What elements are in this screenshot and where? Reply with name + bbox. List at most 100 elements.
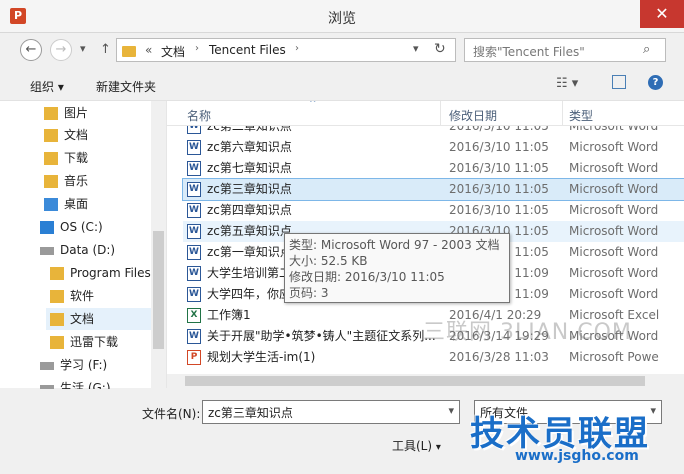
- preview-pane-icon[interactable]: [612, 75, 626, 89]
- file-list-hscrollbar[interactable]: [167, 374, 684, 388]
- file-name: zc第三章知识点: [207, 182, 292, 196]
- word-file-icon: W: [187, 287, 201, 302]
- file-date: 2016/3/28 11:03: [449, 350, 549, 364]
- sidebar-item-downloads[interactable]: 下载: [44, 147, 88, 169]
- sidebar-item-documents[interactable]: 文档: [44, 124, 88, 146]
- forward-button[interactable]: →: [50, 39, 72, 61]
- filename-value[interactable]: zc第三章知识点: [208, 406, 293, 420]
- search-box[interactable]: 搜索"Tencent Files" ⌕: [464, 38, 666, 62]
- sidebar-item-program-files[interactable]: Program Files: [50, 262, 151, 284]
- word-file-icon: W: [187, 140, 201, 155]
- filename-input[interactable]: zc第三章知识点 ▾: [202, 400, 460, 424]
- navigation-scrollbar[interactable]: [151, 101, 166, 388]
- file-type: Microsoft Word: [569, 203, 659, 217]
- new-folder-button[interactable]: 新建文件夹: [96, 78, 156, 95]
- file-row[interactable]: Wzc第六章知识点 2016/3/10 11:05 Microsoft Word: [183, 137, 684, 158]
- file-name: zc第七章知识点: [207, 161, 292, 175]
- file-row[interactable]: Wzc第三章知识点 2016/3/10 11:05 Microsoft Word: [182, 178, 684, 201]
- sidebar-item-desktop[interactable]: 桌面: [44, 193, 88, 215]
- windows-drive-icon: [40, 221, 54, 234]
- recent-chevron-icon[interactable]: ▾: [80, 42, 86, 55]
- folder-icon: [50, 267, 64, 280]
- word-file-icon: W: [187, 266, 201, 281]
- sidebar-item-drive-c[interactable]: OS (C:): [40, 216, 103, 238]
- search-icon[interactable]: ⌕: [643, 42, 650, 57]
- file-name: zc第一章知识点: [207, 245, 292, 259]
- column-separator: [440, 101, 441, 125]
- sidebar-item-software[interactable]: 软件: [50, 285, 94, 307]
- file-date: 2016/3/10 11:05: [449, 203, 549, 217]
- folder-icon: [122, 44, 136, 58]
- file-name: 规划大学生活-im(1): [207, 350, 316, 364]
- crumb-documents[interactable]: 文档: [161, 43, 185, 60]
- sidebar-item-documents-d[interactable]: 文档: [46, 308, 154, 330]
- address-bar[interactable]: « 文档 › Tencent Files › ▾ ↻: [116, 38, 456, 62]
- address-dropdown-icon[interactable]: ▾: [413, 42, 419, 55]
- file-type: Microsoft Word: [569, 182, 659, 196]
- file-row[interactable]: Wzc第七章知识点 2016/3/10 11:05 Microsoft Word: [183, 158, 684, 179]
- command-toolbar: 组织 ▾ 新建文件夹 ☷ ▾ ?: [0, 70, 684, 101]
- sidebar-item-music[interactable]: 音乐: [44, 170, 88, 192]
- tooltip-modified: 修改日期: 2016/3/10 11:05: [289, 270, 445, 284]
- back-button[interactable]: ←: [20, 39, 42, 61]
- sidebar-item-drive-f[interactable]: 学习 (F:): [40, 354, 107, 376]
- help-icon[interactable]: ?: [648, 75, 663, 90]
- up-arrow-icon[interactable]: ↑: [100, 42, 111, 57]
- column-separator: [562, 101, 563, 125]
- tools-button[interactable]: 工具(L) ▾: [392, 437, 441, 454]
- tooltip-size: 大小: 52.5 KB: [289, 254, 368, 268]
- tooltip-type: 类型: Microsoft Word 97 - 2003 文档: [289, 238, 500, 252]
- refresh-icon[interactable]: ↻: [434, 41, 446, 57]
- file-info-tooltip: 类型: Microsoft Word 97 - 2003 文档 大小: 52.5…: [284, 233, 510, 303]
- file-date: 2016/3/10 11:05: [449, 182, 549, 196]
- navigation-bar: ← → ▾ ↑ « 文档 › Tencent Files › ▾ ↻ 搜索"Te…: [0, 33, 684, 69]
- title-bar: P 浏览 ✕: [0, 0, 684, 33]
- word-file-icon: W: [187, 245, 201, 260]
- tools-chevron-icon: ▾: [435, 442, 441, 453]
- search-input[interactable]: 搜索"Tencent Files": [473, 43, 585, 60]
- powerpoint-file-icon: P: [187, 350, 201, 365]
- word-file-icon: W: [187, 161, 201, 176]
- downloads-folder-icon: [44, 152, 58, 165]
- file-type: Microsoft Word: [569, 161, 659, 175]
- file-type: Microsoft Word: [569, 245, 659, 259]
- column-type[interactable]: 类型: [569, 107, 593, 124]
- dialog-title: 浏览: [328, 11, 356, 27]
- file-open-dialog: P 浏览 ✕ ← → ▾ ↑ « 文档 › Tencent Files › ▾ …: [0, 0, 684, 474]
- word-file-icon: W: [187, 182, 201, 197]
- excel-file-icon: X: [187, 308, 201, 323]
- hscrollbar-thumb[interactable]: [185, 376, 645, 386]
- tooltip-pages: 页码: 3: [289, 286, 329, 300]
- watermark-3lian: 三联网 3LIAN.COM: [423, 320, 632, 345]
- column-date[interactable]: 修改日期: [449, 107, 497, 124]
- close-button[interactable]: ✕: [640, 0, 684, 28]
- file-type: Microsoft Word: [569, 224, 659, 238]
- file-row[interactable]: Wzc第四章知识点 2016/3/10 11:05 Microsoft Word: [183, 200, 684, 221]
- music-folder-icon: [44, 175, 58, 188]
- filename-label: 文件名(N):: [142, 407, 201, 421]
- sidebar-item-drive-d[interactable]: Data (D:): [40, 239, 115, 261]
- sort-ascending-icon: ^: [309, 101, 317, 109]
- file-type: Microsoft Word: [569, 140, 659, 154]
- filetype-dropdown-icon[interactable]: ▾: [650, 404, 656, 417]
- file-name: 关于开展"助学•筑梦•铸人"主题征文系列...: [207, 329, 436, 343]
- view-options-icon[interactable]: ☷ ▾: [556, 76, 578, 91]
- file-name: zc第四章知识点: [207, 203, 292, 217]
- drive-icon: [40, 361, 54, 370]
- organize-button[interactable]: 组织 ▾: [30, 78, 64, 95]
- sidebar-item-pictures[interactable]: 图片: [44, 102, 88, 124]
- address-overflow[interactable]: «: [145, 43, 152, 57]
- crumb-chevron-icon[interactable]: ›: [195, 43, 199, 54]
- crumb-chevron-icon[interactable]: ›: [295, 43, 299, 54]
- tools-label: 工具(L): [392, 439, 433, 453]
- filename-dropdown-icon[interactable]: ▾: [448, 404, 454, 417]
- file-row[interactable]: P 规划大学生活-im(1) 2016/3/28 11:03 Microsoft Po…: [183, 347, 684, 368]
- column-name[interactable]: 名称: [187, 107, 211, 124]
- file-date: 2016/3/10 11:05: [449, 161, 549, 175]
- scrollbar-thumb[interactable]: [153, 231, 164, 349]
- crumb-tencent-files[interactable]: Tencent Files: [209, 43, 286, 57]
- pictures-folder-icon: [44, 107, 58, 120]
- column-header-row: 名称 ^ 修改日期 类型: [167, 101, 684, 126]
- desktop-folder-icon: [44, 198, 58, 211]
- sidebar-item-xunlei[interactable]: 迅雷下载: [50, 331, 118, 353]
